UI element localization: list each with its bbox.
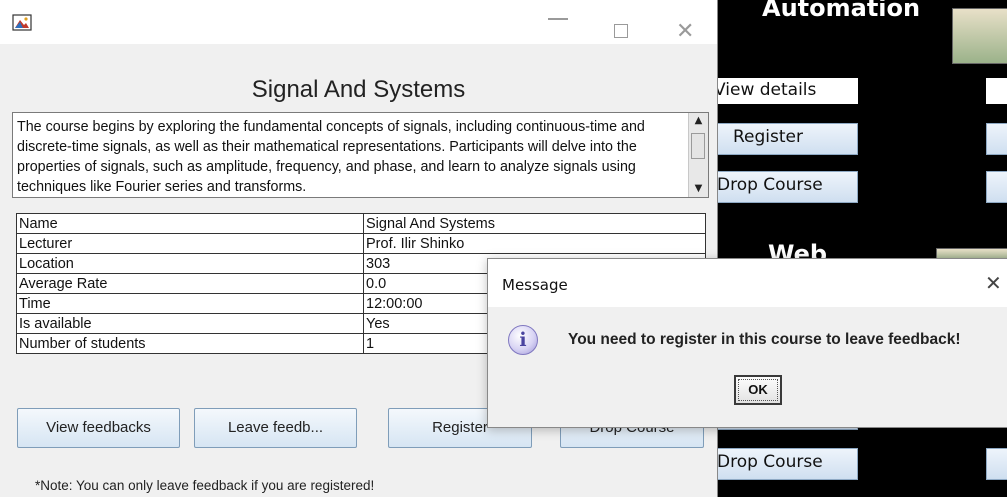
window-title-bar: ✕ — [0, 0, 717, 44]
course-thumbnail[interactable] — [952, 8, 1007, 64]
detail-label: Is available — [16, 313, 364, 334]
view-details-button[interactable]: View details — [712, 78, 858, 104]
detail-label: Name — [16, 213, 364, 234]
detail-label: Time — [16, 293, 364, 314]
register-button-bg-2[interactable] — [986, 123, 1007, 155]
scroll-thumb[interactable] — [691, 133, 705, 159]
minimize-icon[interactable] — [548, 18, 568, 20]
drop-course-button-bg-2[interactable] — [986, 171, 1007, 203]
view-feedbacks-button[interactable]: View feedbacks — [17, 408, 180, 448]
detail-label: Lecturer — [16, 233, 364, 254]
course-description: The course begins by exploring the funda… — [17, 119, 645, 195]
register-button-bg[interactable]: Register — [712, 123, 858, 155]
feedback-note: *Note: You can only leave feedback if yo… — [35, 478, 375, 493]
close-icon[interactable]: ✕ — [985, 271, 1002, 295]
scroll-down-icon[interactable]: ▼ — [689, 181, 708, 197]
detail-value: Signal And Systems — [363, 213, 706, 234]
description-scrollbar[interactable]: ▲ ▼ — [688, 113, 708, 197]
dialog-title-bar: Message ✕ — [488, 259, 1007, 307]
leave-feedback-button[interactable]: Leave feedb... — [194, 408, 357, 448]
table-row: Lecturer Prof. Ilir Shinko — [16, 233, 706, 254]
view-details-button-2[interactable] — [986, 78, 1007, 104]
drop-course-button-bg[interactable]: Drop Course — [712, 171, 858, 203]
detail-label: Average Rate — [16, 273, 364, 294]
drop-course-button-bg-3[interactable]: Drop Course — [712, 448, 858, 480]
section-heading-automation: Automation — [762, 0, 921, 22]
dialog-title: Message — [502, 276, 568, 294]
info-icon: i — [508, 325, 538, 355]
ok-button[interactable]: OK — [734, 375, 782, 405]
table-row: Name Signal And Systems — [16, 213, 706, 234]
message-dialog: Message ✕ i You need to register in this… — [487, 258, 1007, 428]
course-title: Signal And Systems — [251, 76, 466, 103]
scroll-up-icon[interactable]: ▲ — [689, 113, 708, 129]
detail-label: Location — [16, 253, 364, 274]
dialog-message: You need to register in this course to l… — [568, 331, 961, 348]
detail-label: Number of students — [16, 333, 364, 354]
close-icon[interactable]: ✕ — [676, 19, 694, 44]
java-app-icon — [12, 12, 32, 32]
detail-value: Prof. Ilir Shinko — [363, 233, 706, 254]
maximize-icon[interactable] — [614, 24, 628, 38]
description-area[interactable]: The course begins by exploring the funda… — [12, 112, 709, 198]
drop-course-button-bg-4[interactable] — [986, 448, 1007, 480]
